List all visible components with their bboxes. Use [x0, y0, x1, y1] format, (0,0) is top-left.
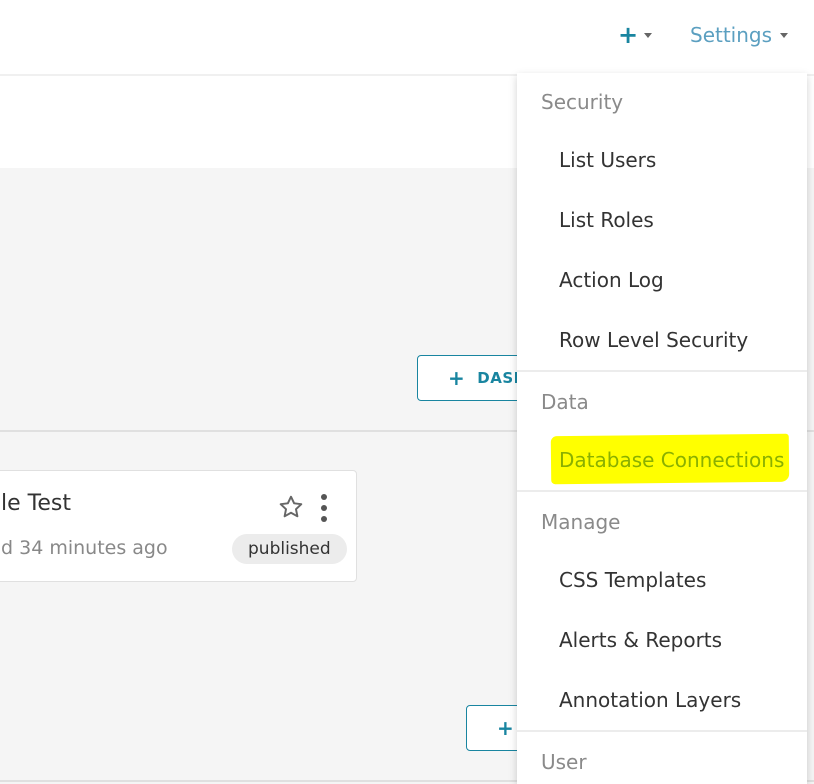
caret-down-icon: [644, 32, 653, 38]
menu-divider: [517, 730, 807, 732]
menu-item-alerts-reports[interactable]: Alerts & Reports: [559, 628, 722, 652]
card-modified-time: d 34 minutes ago: [1, 537, 168, 559]
plus-icon: +: [497, 716, 514, 740]
menu-group-title-manage: Manage: [541, 510, 621, 534]
menu-divider: [517, 490, 807, 492]
settings-label: Settings: [690, 23, 773, 47]
menu-item-list-roles[interactable]: List Roles: [559, 208, 654, 232]
dashboard-card[interactable]: le Test d 34 minutes ago published: [0, 470, 357, 582]
new-item-menu-button[interactable]: +: [618, 21, 653, 49]
menu-item-annotation-layers[interactable]: Annotation Layers: [559, 688, 741, 712]
status-badge: published: [232, 534, 347, 564]
card-title[interactable]: le Test: [1, 491, 71, 516]
plus-icon: +: [448, 366, 466, 390]
menu-group-title-user: User: [541, 750, 587, 774]
kebab-menu-icon[interactable]: [319, 493, 329, 523]
menu-item-row-level-security[interactable]: Row Level Security: [559, 328, 748, 352]
menu-item-list-users[interactable]: List Users: [559, 148, 656, 172]
menu-group-title-security: Security: [541, 90, 624, 114]
star-icon[interactable]: [278, 494, 304, 520]
menu-item-css-templates[interactable]: CSS Templates: [559, 568, 706, 592]
caret-down-icon: [780, 32, 789, 38]
plus-icon: +: [618, 21, 639, 49]
settings-menu-button[interactable]: Settings: [690, 22, 789, 48]
top-navbar: + Settings: [0, 0, 814, 76]
page: + Settings + DASH le Test d 34 minutes a…: [0, 0, 814, 784]
menu-item-action-log[interactable]: Action Log: [559, 268, 664, 292]
menu-item-database-connections[interactable]: Database Connections: [559, 448, 784, 472]
menu-group-title-data: Data: [541, 390, 589, 414]
settings-dropdown-menu: Security List Users List Roles Action Lo…: [517, 73, 807, 784]
menu-divider: [517, 370, 807, 372]
